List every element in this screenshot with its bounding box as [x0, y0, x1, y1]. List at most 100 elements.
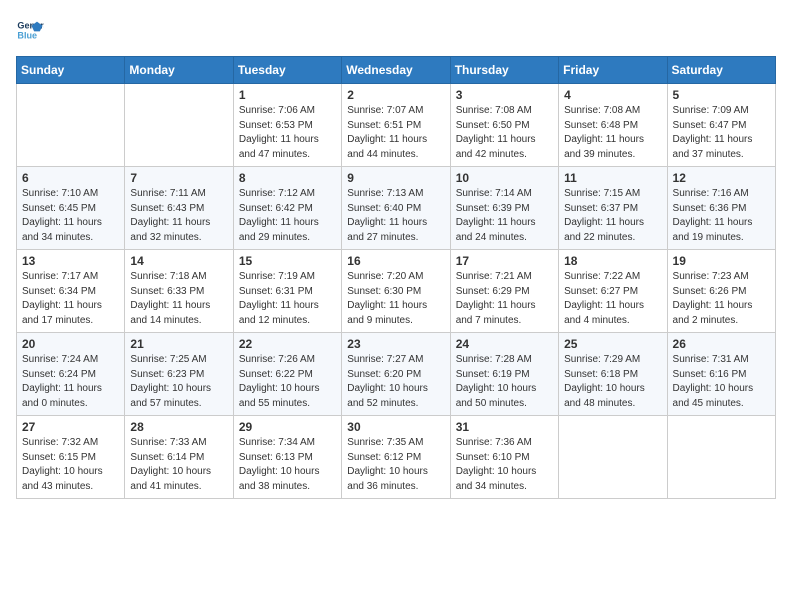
weekday-header: Tuesday	[233, 57, 341, 84]
day-number: 3	[456, 88, 553, 102]
day-number: 7	[130, 171, 227, 185]
calendar-cell: 3Sunrise: 7:08 AM Sunset: 6:50 PM Daylig…	[450, 84, 558, 167]
day-number: 29	[239, 420, 336, 434]
day-detail: Sunrise: 7:07 AM Sunset: 6:51 PM Dayligh…	[347, 104, 444, 162]
day-number: 16	[347, 254, 444, 268]
day-number: 24	[456, 337, 553, 351]
calendar-cell: 29 Sunrise: 7:34 AM Sunset: 6:13 PM Dayli…	[233, 416, 341, 499]
day-detail: Sunrise: 7:25 AM Sunset: 6:23 PM Dayligh…	[130, 353, 227, 411]
day-number: 4	[564, 88, 661, 102]
day-number: 8	[239, 171, 336, 185]
day-detail: Sunrise: 7:28 AM Sunset: 6:19 PM Dayligh…	[456, 353, 553, 411]
day-number: 22	[239, 337, 336, 351]
calendar-cell	[559, 416, 667, 499]
day-number: 28	[130, 420, 227, 434]
calendar-table: SundayMondayTuesdayWednesdayThursdayFrid…	[16, 56, 776, 499]
day-detail: Sunrise: 7:19 AM Sunset: 6:31 PM Dayligh…	[239, 270, 336, 328]
calendar-cell: 12 Sunrise: 7:16 AM Sunset: 6:36 PM Dayli…	[667, 167, 775, 250]
day-number: 25	[564, 337, 661, 351]
day-number: 27	[22, 420, 119, 434]
calendar-cell: 15 Sunrise: 7:19 AM Sunset: 6:31 PM Dayli…	[233, 250, 341, 333]
day-detail: Sunrise: 7:24 AM Sunset: 6:24 PM Dayligh…	[22, 353, 119, 411]
day-detail: Sunrise: 7:13 AM Sunset: 6:40 PM Dayligh…	[347, 187, 444, 245]
day-detail: Sunrise: 7:36 AM Sunset: 6:10 PM Dayligh…	[456, 436, 553, 494]
calendar-cell: 17 Sunrise: 7:21 AM Sunset: 6:29 PM Dayli…	[450, 250, 558, 333]
day-number: 30	[347, 420, 444, 434]
calendar-week-row: 13 Sunrise: 7:17 AM Sunset: 6:34 PM Dayli…	[17, 250, 776, 333]
day-detail: Sunrise: 7:33 AM Sunset: 6:14 PM Dayligh…	[130, 436, 227, 494]
calendar-cell	[17, 84, 125, 167]
calendar-cell: 27Sunrise: 7:32 AM Sunset: 6:15 PM Dayli…	[17, 416, 125, 499]
calendar-cell: 13 Sunrise: 7:17 AM Sunset: 6:34 PM Dayli…	[17, 250, 125, 333]
day-number: 12	[673, 171, 770, 185]
day-detail: Sunrise: 7:08 AM Sunset: 6:48 PM Dayligh…	[564, 104, 661, 162]
day-detail: Sunrise: 7:34 AM Sunset: 6:13 PM Dayligh…	[239, 436, 336, 494]
calendar-cell: 8 Sunrise: 7:12 AM Sunset: 6:42 PM Daylig…	[233, 167, 341, 250]
calendar-cell: 16 Sunrise: 7:20 AM Sunset: 6:30 PM Dayli…	[342, 250, 450, 333]
day-detail: Sunrise: 7:20 AM Sunset: 6:30 PM Dayligh…	[347, 270, 444, 328]
day-detail: Sunrise: 7:14 AM Sunset: 6:39 PM Dayligh…	[456, 187, 553, 245]
day-number: 18	[564, 254, 661, 268]
calendar-cell: 9 Sunrise: 7:13 AM Sunset: 6:40 PM Daylig…	[342, 167, 450, 250]
calendar-cell: 23 Sunrise: 7:27 AM Sunset: 6:20 PM Dayli…	[342, 333, 450, 416]
day-number: 1	[239, 88, 336, 102]
calendar-week-row: 20Sunrise: 7:24 AM Sunset: 6:24 PM Dayli…	[17, 333, 776, 416]
calendar-cell: 22 Sunrise: 7:26 AM Sunset: 6:22 PM Dayli…	[233, 333, 341, 416]
day-number: 15	[239, 254, 336, 268]
day-detail: Sunrise: 7:10 AM Sunset: 6:45 PM Dayligh…	[22, 187, 119, 245]
calendar-cell	[125, 84, 233, 167]
calendar-cell: 10 Sunrise: 7:14 AM Sunset: 6:39 PM Dayli…	[450, 167, 558, 250]
calendar-cell: 5Sunrise: 7:09 AM Sunset: 6:47 PM Daylig…	[667, 84, 775, 167]
day-detail: Sunrise: 7:31 AM Sunset: 6:16 PM Dayligh…	[673, 353, 770, 411]
calendar-cell	[667, 416, 775, 499]
calendar-cell: 21 Sunrise: 7:25 AM Sunset: 6:23 PM Dayli…	[125, 333, 233, 416]
day-number: 10	[456, 171, 553, 185]
calendar-week-row: 1 Sunrise: 7:06 AM Sunset: 6:53 PM Daylig…	[17, 84, 776, 167]
day-number: 21	[130, 337, 227, 351]
day-number: 31	[456, 420, 553, 434]
day-detail: Sunrise: 7:35 AM Sunset: 6:12 PM Dayligh…	[347, 436, 444, 494]
calendar-cell: 19Sunrise: 7:23 AM Sunset: 6:26 PM Dayli…	[667, 250, 775, 333]
day-number: 11	[564, 171, 661, 185]
calendar-cell: 11 Sunrise: 7:15 AM Sunset: 6:37 PM Dayli…	[559, 167, 667, 250]
weekday-header: Sunday	[17, 57, 125, 84]
calendar-cell: 31 Sunrise: 7:36 AM Sunset: 6:10 PM Dayli…	[450, 416, 558, 499]
weekday-header: Wednesday	[342, 57, 450, 84]
calendar-cell: 28 Sunrise: 7:33 AM Sunset: 6:14 PM Dayli…	[125, 416, 233, 499]
day-detail: Sunrise: 7:06 AM Sunset: 6:53 PM Dayligh…	[239, 104, 336, 162]
day-detail: Sunrise: 7:18 AM Sunset: 6:33 PM Dayligh…	[130, 270, 227, 328]
day-detail: Sunrise: 7:17 AM Sunset: 6:34 PM Dayligh…	[22, 270, 119, 328]
calendar-cell: 20Sunrise: 7:24 AM Sunset: 6:24 PM Dayli…	[17, 333, 125, 416]
day-number: 13	[22, 254, 119, 268]
day-number: 2	[347, 88, 444, 102]
calendar-cell: 6Sunrise: 7:10 AM Sunset: 6:45 PM Daylig…	[17, 167, 125, 250]
day-detail: Sunrise: 7:16 AM Sunset: 6:36 PM Dayligh…	[673, 187, 770, 245]
day-detail: Sunrise: 7:12 AM Sunset: 6:42 PM Dayligh…	[239, 187, 336, 245]
day-number: 5	[673, 88, 770, 102]
calendar-cell: 1 Sunrise: 7:06 AM Sunset: 6:53 PM Daylig…	[233, 84, 341, 167]
day-number: 23	[347, 337, 444, 351]
weekday-header: Saturday	[667, 57, 775, 84]
day-number: 9	[347, 171, 444, 185]
calendar-cell: 26 Sunrise: 7:31 AM Sunset: 6:16 PM Dayli…	[667, 333, 775, 416]
calendar-cell: 24 Sunrise: 7:28 AM Sunset: 6:19 PM Dayli…	[450, 333, 558, 416]
page-header: General Blue	[16, 16, 776, 44]
day-number: 26	[673, 337, 770, 351]
day-detail: Sunrise: 7:27 AM Sunset: 6:20 PM Dayligh…	[347, 353, 444, 411]
calendar-cell: 2 Sunrise: 7:07 AM Sunset: 6:51 PM Daylig…	[342, 84, 450, 167]
calendar-cell: 18Sunrise: 7:22 AM Sunset: 6:27 PM Dayli…	[559, 250, 667, 333]
day-detail: Sunrise: 7:26 AM Sunset: 6:22 PM Dayligh…	[239, 353, 336, 411]
calendar-cell: 25 Sunrise: 7:29 AM Sunset: 6:18 PM Dayli…	[559, 333, 667, 416]
day-number: 17	[456, 254, 553, 268]
weekday-header: Monday	[125, 57, 233, 84]
day-detail: Sunrise: 7:11 AM Sunset: 6:43 PM Dayligh…	[130, 187, 227, 245]
day-detail: Sunrise: 7:29 AM Sunset: 6:18 PM Dayligh…	[564, 353, 661, 411]
calendar-cell: 4 Sunrise: 7:08 AM Sunset: 6:48 PM Daylig…	[559, 84, 667, 167]
calendar-week-row: 27Sunrise: 7:32 AM Sunset: 6:15 PM Dayli…	[17, 416, 776, 499]
day-detail: Sunrise: 7:21 AM Sunset: 6:29 PM Dayligh…	[456, 270, 553, 328]
calendar-week-row: 6Sunrise: 7:10 AM Sunset: 6:45 PM Daylig…	[17, 167, 776, 250]
day-detail: Sunrise: 7:15 AM Sunset: 6:37 PM Dayligh…	[564, 187, 661, 245]
calendar-cell: 14Sunrise: 7:18 AM Sunset: 6:33 PM Dayli…	[125, 250, 233, 333]
calendar-cell: 30 Sunrise: 7:35 AM Sunset: 6:12 PM Dayli…	[342, 416, 450, 499]
weekday-header: Thursday	[450, 57, 558, 84]
